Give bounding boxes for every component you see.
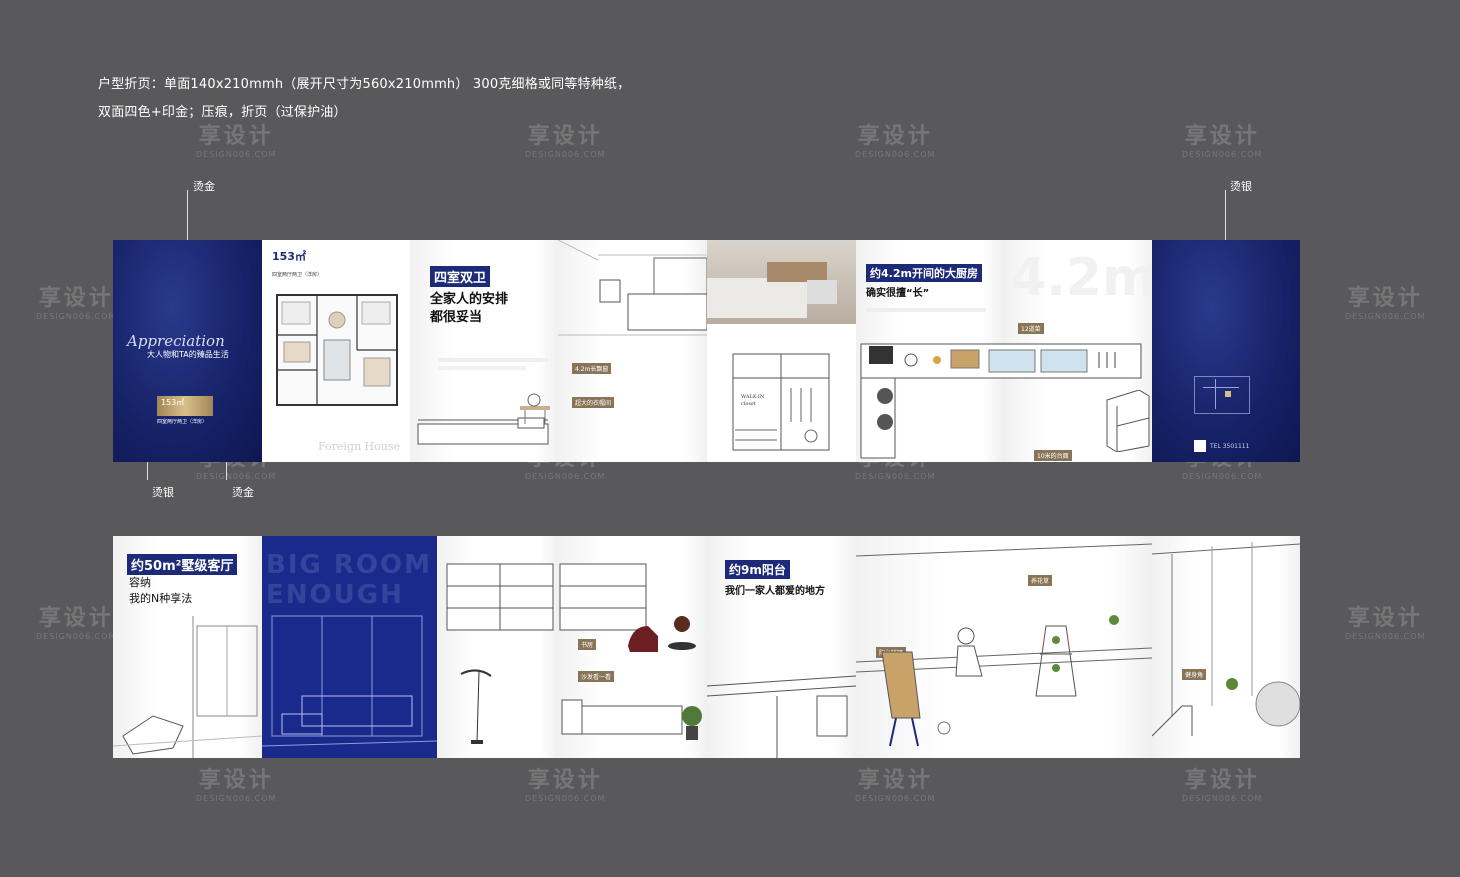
back-cover-panel: TEL 3501111 (1152, 240, 1300, 462)
cover-badge-num: 153㎡ (161, 398, 185, 407)
kitchen-title: 约4.2m开间的大厨房 (866, 264, 982, 282)
plan-type: 四室两厅两卫（洋房） (272, 272, 323, 278)
kitchen-big-text: 4.2m (1010, 248, 1152, 308)
living-line2: 我的N种享法 (129, 592, 193, 605)
floor-lamp-sketch (460, 669, 492, 744)
sofa-sketch (561, 699, 702, 740)
living-text-panel: 约50m²墅级客厅 容纳 我的N种享法 (113, 536, 262, 758)
fridge-sketch (1106, 390, 1150, 452)
floorplan-panel: 153㎡ 四室两厅两卫（洋房） Foreign House (262, 240, 410, 462)
watermark: 享设计DESIGN006.COM (196, 768, 277, 803)
study-tag-1: 书房 (578, 632, 597, 651)
kitchen-subtitle: 确实很擅“长” (866, 288, 930, 299)
balcony-sketch-panel: 阳台晾晒 养花草 (856, 536, 1152, 758)
bedroom-sketch-panel: 4.2m长飘窗 超大的衣帽间 (558, 240, 707, 462)
gym-panel: 健身角 (1152, 536, 1300, 758)
watermark: 享设计DESIGN006.COM (1345, 286, 1426, 321)
bedroom-title: 四室双卫 (430, 266, 491, 287)
living-blue-panel: BIG ROOM ENOUGH (262, 536, 437, 758)
balcony-text-panel: 约9m阳台 我们一家人都爱的地方 (707, 536, 856, 758)
watermark: 享设计DESIGN006.COM (525, 768, 606, 803)
bedroom-tag-2: 超大的衣帽间 (572, 390, 615, 409)
study-tag-2: 沙发看一看 (578, 664, 615, 683)
balcony-perspective-sketch (856, 543, 1152, 747)
cover-script: Appreciation (127, 332, 225, 350)
window-seat-sketch (417, 393, 550, 445)
living-title: 约50m²墅级客厅 (127, 554, 238, 575)
watermark: 享设计DESIGN006.COM (196, 124, 277, 159)
bed-sketch (558, 240, 707, 336)
spec-line-1: 户型折页：单面140x210mmh（展开尺寸为560x210mmh） 300克细… (98, 77, 631, 92)
cover-panel: Appreciation 大人物和TA的臻品生活 153㎡ 四室两厅两卫（洋房） (113, 240, 262, 462)
watermark: 享设计DESIGN006.COM (36, 286, 117, 321)
back-contact: TEL 3501111 (1210, 443, 1250, 450)
balcony-rail-sketch (707, 675, 856, 758)
callout-foil-silver-top: 烫银 (1230, 180, 1252, 193)
watermark: 享设计DESIGN006.COM (525, 124, 606, 159)
living-room-sketch (113, 616, 262, 758)
bedroom-photo (707, 240, 856, 324)
living-blue-sketch (262, 615, 437, 747)
balcony-title: 约9m阳台 (725, 560, 790, 579)
watermark: 享设计DESIGN006.COM (36, 606, 117, 641)
plan-footer: Foreign House (318, 440, 401, 453)
plan-area: 153㎡ (272, 250, 306, 263)
watermark: 享设计DESIGN006.COM (1345, 606, 1426, 641)
watermark: 享设计DESIGN006.COM (1182, 124, 1263, 159)
watermark: 享设计DESIGN006.COM (855, 768, 936, 803)
armchair-sketch (628, 616, 696, 652)
kitchen-tag-1: 12道菜 (1018, 316, 1044, 335)
cover-badge: 153㎡ (157, 396, 213, 416)
living-line1: 容纳 (129, 576, 151, 589)
watermark: 享设计DESIGN006.COM (855, 124, 936, 159)
bedroom-text-panel: 四室双卫 全家人的安排 都很妥当 (410, 240, 558, 462)
study-panel (437, 536, 558, 758)
bedroom-line1: 全家人的安排 (430, 292, 509, 307)
bedroom-line2: 都很妥当 (430, 310, 483, 325)
bookshelf-sketch (446, 563, 554, 631)
location-map (1194, 376, 1250, 414)
callout-foil-gold-bottom: 烫金 (232, 486, 254, 499)
bedroom-tag-1: 4.2m长飘窗 (572, 356, 612, 375)
balcony-tag-3: 健身角 (1182, 662, 1207, 681)
qr-code (1194, 440, 1206, 452)
walkin-label: WALK-IN (741, 394, 765, 400)
brochure-back-side: 约50m²墅级客厅 容纳 我的N种享法 BIG ROOM ENOUGH 书房 沙… (113, 536, 1300, 758)
study-text-panel: 书房 沙发看一看 (558, 536, 707, 758)
closet-panel: WALK-IN closet (707, 240, 856, 462)
cover-badge-sub: 四室两厅两卫（洋房） (157, 419, 208, 425)
bedroom-note (438, 358, 548, 370)
gym-sketch (1152, 542, 1300, 737)
brochure-front-side: Appreciation 大人物和TA的臻品生活 153㎡ 四室两厅两卫（洋房）… (113, 240, 1300, 462)
kitchen-note (866, 308, 986, 312)
callout-foil-silver-bottom: 烫银 (152, 486, 174, 499)
cover-tagline: 大人物和TA的臻品生活 (147, 350, 229, 359)
balcony-subtitle: 我们一家人都爱的地方 (725, 586, 825, 597)
closet-label: closet (741, 401, 756, 407)
watermark: 享设计DESIGN006.COM (1182, 768, 1263, 803)
callout-foil-gold-top: 烫金 (193, 180, 215, 193)
floorplan-drawing (276, 294, 398, 406)
